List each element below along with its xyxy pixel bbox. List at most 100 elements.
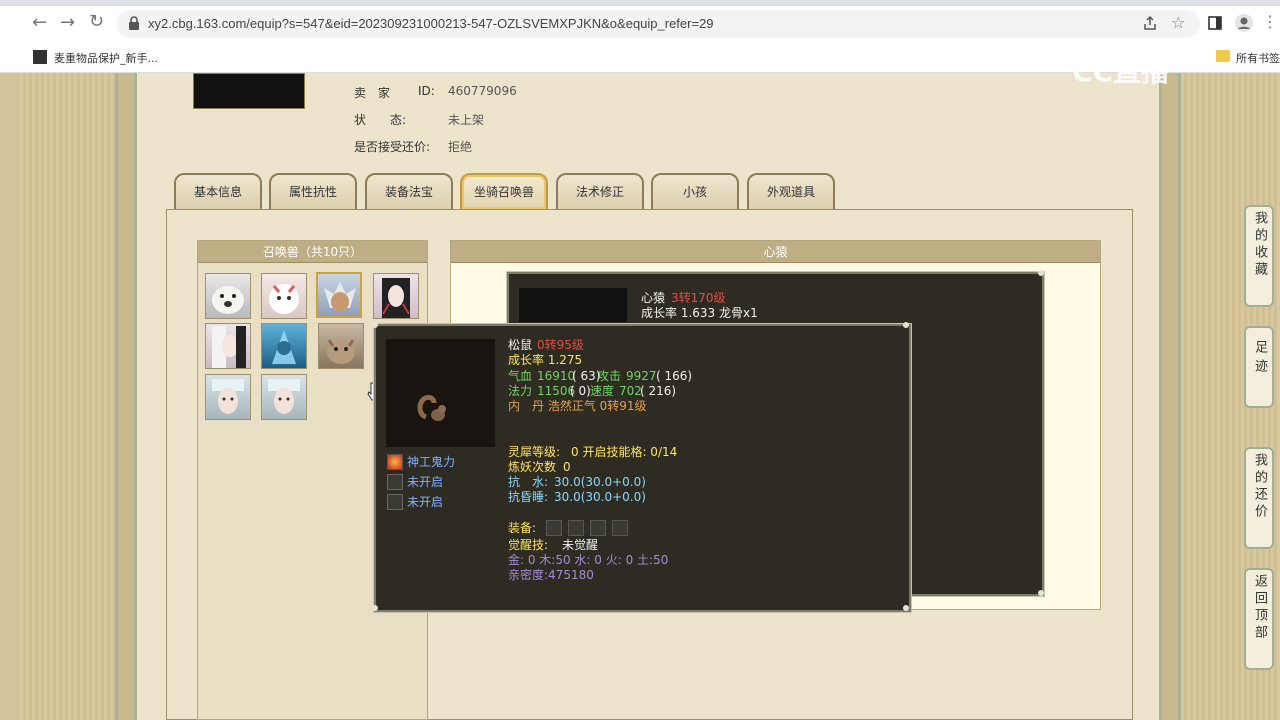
corner-dot	[903, 605, 909, 611]
folder-icon	[1216, 50, 1230, 62]
bookmark-item[interactable]: 麦重物品保护_新手...	[54, 50, 158, 66]
tab-appearance[interactable]: 外观道具	[747, 173, 835, 209]
status-value: 未上架	[448, 113, 485, 127]
tab-attributes[interactable]: 属性抗性	[269, 173, 357, 209]
corner-dot	[372, 605, 378, 611]
pet-avatar-2[interactable]	[261, 273, 307, 319]
star-icon[interactable]: ☆	[1171, 13, 1185, 33]
tab-child[interactable]: 小孩	[651, 173, 739, 209]
lady-portrait-icon	[268, 379, 300, 414]
my-favorites-button[interactable]: 我的收藏	[1244, 205, 1274, 307]
left-decor-panel	[20, 73, 115, 720]
seller-label: 卖 家	[354, 86, 391, 100]
pet-avatar-7[interactable]	[318, 323, 364, 369]
spirit-label: 灵犀等级:	[508, 445, 561, 459]
spirit-value: 0 开启技能格: 0/14	[571, 445, 678, 459]
left-border	[115, 73, 137, 720]
spd-value: 702	[619, 384, 642, 398]
atk-extra: ( 166)	[656, 369, 693, 383]
inner-core: 内 丹 浩然正气 0转91级	[508, 399, 647, 413]
awaken-value: 未觉醒	[562, 538, 599, 552]
bear-portrait-icon	[212, 286, 244, 314]
corner-dot	[1038, 270, 1044, 276]
monkey-portrait-icon	[324, 282, 356, 312]
corner-dot	[372, 322, 378, 328]
my-offers-label: 我的还价	[1252, 453, 1267, 521]
pet-card-growth: 成长率 1.633 龙骨x1	[641, 306, 758, 320]
tab-basic-info[interactable]: 基本信息	[174, 173, 262, 209]
tab-mounts-pets[interactable]: 坐骑召唤兽	[460, 173, 548, 209]
skill-locked-icon[interactable]	[387, 494, 403, 510]
maiden-portrait-icon	[382, 278, 410, 318]
atk-value: 9927	[626, 369, 657, 383]
url-text[interactable]: xy2.cbg.163.com/equip?s=547&eid=20230923…	[148, 16, 714, 31]
pet-avatar-8[interactable]	[205, 374, 251, 420]
resist-water-label: 抗 水:	[508, 475, 549, 489]
resist-sleep-value: 30.0(30.0+0.0)	[554, 490, 646, 504]
share-icon[interactable]	[1142, 15, 1158, 31]
right-border	[1159, 73, 1181, 720]
pet-avatar-3[interactable]	[316, 272, 362, 318]
pet-avatar-5[interactable]	[205, 323, 251, 369]
footprint-button[interactable]: 足迹	[1244, 326, 1274, 408]
item-thumbnail	[193, 73, 305, 109]
counter-offer-value: 拒绝	[448, 140, 473, 154]
back-icon[interactable]: ←	[32, 13, 47, 33]
tooltip-growth: 成长率 1.275	[508, 353, 583, 367]
footprint-label: 足迹	[1252, 340, 1267, 378]
squirrel-portrait-icon	[327, 339, 355, 364]
spd-extra: ( 216)	[640, 384, 677, 398]
pet-avatar-1[interactable]	[205, 273, 251, 319]
hp-value: 16910	[537, 369, 576, 383]
seller-id: 460779096	[448, 84, 517, 98]
hp-label: 气血	[508, 369, 533, 383]
pet-card-level: 3转170级	[671, 291, 726, 305]
skill-name: 未开启	[407, 495, 444, 509]
refine-value: 0	[563, 460, 571, 474]
round-pet-portrait-icon	[269, 284, 299, 314]
tooltip-pet-image	[386, 339, 495, 447]
pet-list-title: 召唤兽（共10只）	[198, 241, 427, 263]
back-to-top-button[interactable]: 返回顶部	[1244, 568, 1274, 670]
equip-slot[interactable]	[590, 520, 606, 536]
skill-fire-icon[interactable]	[387, 454, 403, 470]
pet-avatar-6[interactable]	[261, 323, 307, 369]
squirrel-icon	[417, 394, 446, 421]
pet-card-image	[519, 288, 627, 322]
tooltip-name: 松鼠	[508, 338, 533, 352]
skill-locked-icon[interactable]	[387, 474, 403, 490]
skill-name: 未开启	[407, 475, 444, 489]
tab-spell-mods[interactable]: 法术修正	[556, 173, 644, 209]
forward-icon[interactable]: →	[60, 13, 75, 33]
counter-offer-label: 是否接受还价:	[354, 140, 431, 154]
intimacy: 亲密度:475180	[508, 568, 594, 582]
awaken-label: 觉醒技:	[508, 538, 549, 552]
back-to-top-label: 返回顶部	[1252, 574, 1267, 642]
watermark: CC直播	[1072, 55, 1170, 88]
sidepanel-icon[interactable]	[1208, 16, 1222, 30]
equip-slot[interactable]	[568, 520, 584, 536]
fox-maiden-portrait-icon	[212, 326, 246, 368]
status-label: 状 态:	[354, 113, 407, 127]
browser-tab-strip	[0, 0, 1280, 6]
equip-slot[interactable]	[612, 520, 628, 536]
resist-water-value: 30.0(30.0+0.0)	[554, 475, 646, 489]
pet-avatar-9[interactable]	[261, 374, 307, 420]
pet-avatar-4[interactable]	[373, 273, 419, 319]
pet-card-name: 心猿	[641, 291, 666, 305]
reload-icon[interactable]: ↻	[89, 12, 104, 32]
menu-icon[interactable]: ⋮	[1262, 12, 1278, 32]
corner-dot	[1038, 590, 1044, 596]
tab-equipment[interactable]: 装备法宝	[365, 173, 453, 209]
equip-slot[interactable]	[546, 520, 562, 536]
refine-label: 炼妖次数	[508, 460, 557, 474]
spd-label: 速度	[590, 384, 615, 398]
tooltip-level: 0转95级	[537, 338, 584, 352]
all-bookmarks[interactable]: 所有书签	[1236, 50, 1280, 66]
mp-label: 法力	[508, 384, 533, 398]
mp-extra: ( 0)	[570, 384, 591, 398]
seller-id-label: ID:	[418, 84, 435, 98]
lock-icon	[129, 16, 139, 30]
my-offers-button[interactable]: 我的还价	[1244, 447, 1274, 549]
profile-icon[interactable]	[1234, 13, 1254, 33]
